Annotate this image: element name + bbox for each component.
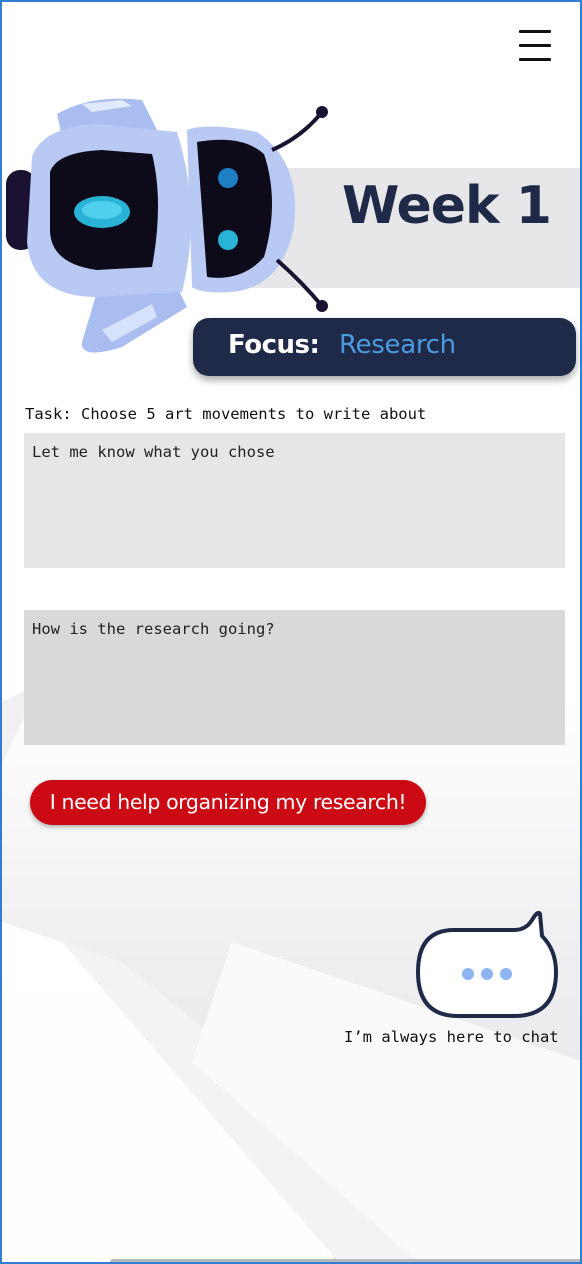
- focus-value: Research: [339, 330, 456, 360]
- scrollbar[interactable]: [110, 1259, 580, 1262]
- menu-line: [519, 30, 551, 33]
- app-screen: Week 1 Focus: Research Task: Choose 5 ar…: [0, 0, 582, 1264]
- chat-caption: I’m always here to chat: [344, 1028, 559, 1046]
- research-progress-input[interactable]: [24, 610, 565, 745]
- focus-label: Focus:: [228, 330, 320, 360]
- menu-line: [519, 58, 551, 61]
- help-organizing-button[interactable]: I need help organizing my research!: [30, 780, 426, 825]
- week-title: Week 1: [342, 176, 552, 236]
- focus-pill: Focus: Research: [193, 318, 576, 376]
- chat-bubble-icon[interactable]: [414, 906, 562, 1024]
- hamburger-menu-icon[interactable]: [516, 28, 554, 66]
- task-response-input[interactable]: [24, 433, 565, 568]
- task-description: Task: Choose 5 art movements to write ab…: [25, 405, 427, 423]
- menu-line: [519, 44, 551, 47]
